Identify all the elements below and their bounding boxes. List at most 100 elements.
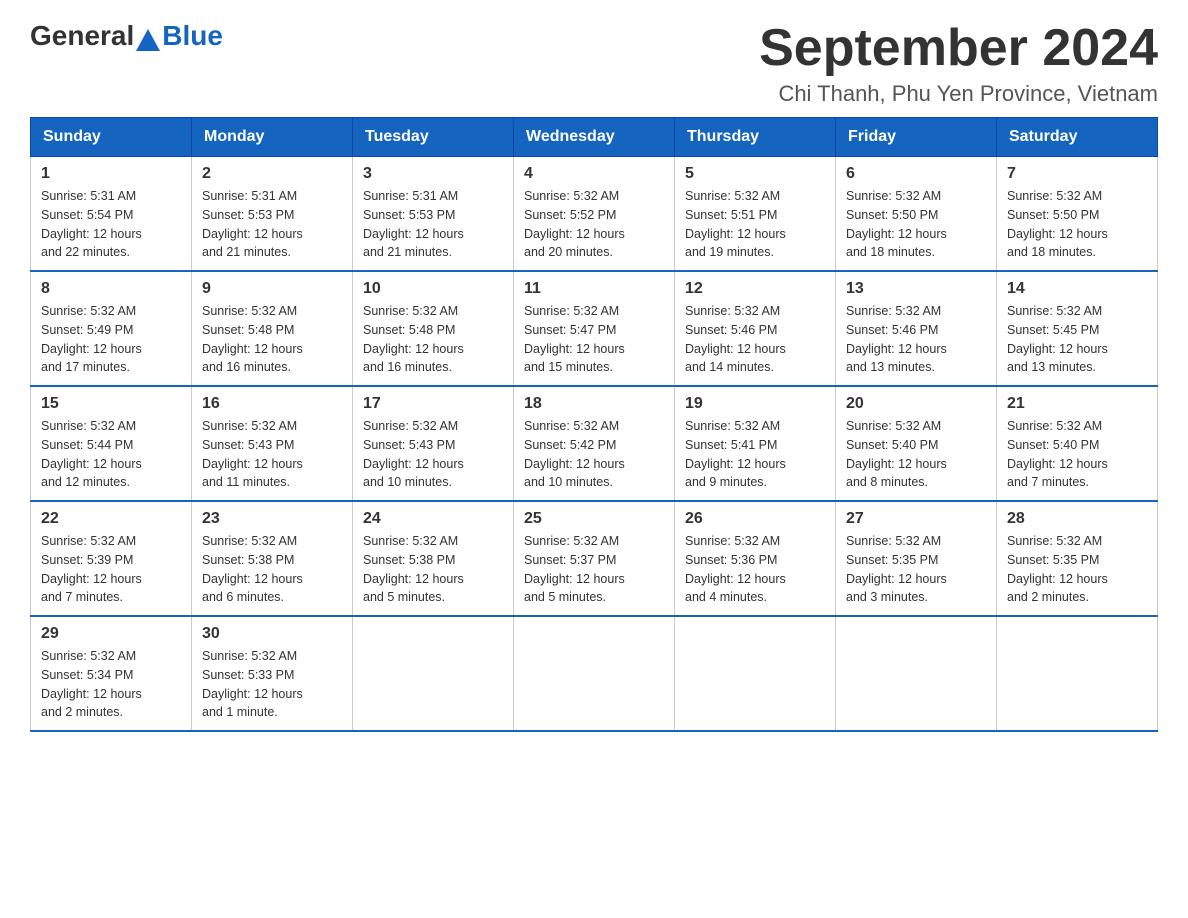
day-number: 12 [685,280,825,298]
day-number: 5 [685,165,825,183]
day-info: Sunrise: 5:31 AMSunset: 5:53 PMDaylight:… [202,187,342,262]
calendar-cell: 19 Sunrise: 5:32 AMSunset: 5:41 PMDayligh… [675,386,836,501]
day-info: Sunrise: 5:32 AMSunset: 5:43 PMDaylight:… [363,417,503,492]
calendar-cell: 22Sunrise: 5:32 AMSunset: 5:39 PMDayligh… [31,501,192,616]
day-info: Sunrise: 5:32 AMSunset: 5:44 PMDaylight:… [41,417,181,492]
calendar-cell [353,616,514,731]
logo-blue-text: Blue [162,20,223,52]
calendar-cell: 30 Sunrise: 5:32 AMSunset: 5:33 PMDayligh… [192,616,353,731]
day-info: Sunrise: 5:32 AMSunset: 5:50 PMDaylight:… [846,187,986,262]
calendar-cell: 12 Sunrise: 5:32 AMSunset: 5:46 PMDayligh… [675,271,836,386]
day-info: Sunrise: 5:32 AMSunset: 5:49 PMDaylight:… [41,302,181,377]
calendar-cell: 13 Sunrise: 5:32 AMSunset: 5:46 PMDayligh… [836,271,997,386]
day-info: Sunrise: 5:32 AMSunset: 5:41 PMDaylight:… [685,417,825,492]
logo: General Blue [30,20,223,52]
calendar-cell: 18 Sunrise: 5:32 AMSunset: 5:42 PMDayligh… [514,386,675,501]
page-header: General Blue September 2024 Chi Thanh, P… [30,20,1158,107]
day-info: Sunrise: 5:32 AMSunset: 5:46 PMDaylight:… [846,302,986,377]
weekday-header-thursday: Thursday [675,118,836,157]
calendar-cell: 29 Sunrise: 5:32 AMSunset: 5:34 PMDayligh… [31,616,192,731]
day-number: 11 [524,280,664,298]
logo-triangle-icon [136,29,160,51]
calendar-cell: 25Sunrise: 5:32 AMSunset: 5:37 PMDayligh… [514,501,675,616]
weekday-header-tuesday: Tuesday [353,118,514,157]
calendar-cell: 26Sunrise: 5:32 AMSunset: 5:36 PMDayligh… [675,501,836,616]
day-number: 16 [202,395,342,413]
calendar-cell [997,616,1158,731]
calendar-cell [675,616,836,731]
calendar-week-row: 22Sunrise: 5:32 AMSunset: 5:39 PMDayligh… [31,501,1158,616]
calendar-table: SundayMondayTuesdayWednesdayThursdayFrid… [30,117,1158,732]
day-number: 6 [846,165,986,183]
day-number: 28 [1007,510,1147,528]
day-number: 27 [846,510,986,528]
day-number: 7 [1007,165,1147,183]
calendar-cell: 23 Sunrise: 5:32 AMSunset: 5:38 PMDayligh… [192,501,353,616]
calendar-cell: 20 Sunrise: 5:32 AMSunset: 5:40 PMDayligh… [836,386,997,501]
calendar-cell: 27 Sunrise: 5:32 AMSunset: 5:35 PMDayligh… [836,501,997,616]
calendar-cell: 15Sunrise: 5:32 AMSunset: 5:44 PMDayligh… [31,386,192,501]
weekday-header-sunday: Sunday [31,118,192,157]
day-info: Sunrise: 5:32 AMSunset: 5:40 PMDaylight:… [846,417,986,492]
day-number: 17 [363,395,503,413]
calendar-cell: 24Sunrise: 5:32 AMSunset: 5:38 PMDayligh… [353,501,514,616]
day-number: 10 [363,280,503,298]
calendar-week-row: 29 Sunrise: 5:32 AMSunset: 5:34 PMDayligh… [31,616,1158,731]
calendar-title: September 2024 [759,20,1158,77]
calendar-cell [836,616,997,731]
day-number: 14 [1007,280,1147,298]
day-number: 30 [202,625,342,643]
day-info: Sunrise: 5:32 AMSunset: 5:43 PMDaylight:… [202,417,342,492]
day-number: 21 [1007,395,1147,413]
calendar-cell: 11 Sunrise: 5:32 AMSunset: 5:47 PMDayligh… [514,271,675,386]
day-info: Sunrise: 5:32 AMSunset: 5:46 PMDaylight:… [685,302,825,377]
calendar-cell: 5 Sunrise: 5:32 AMSunset: 5:51 PMDaylight… [675,157,836,272]
calendar-cell: 16 Sunrise: 5:32 AMSunset: 5:43 PMDayligh… [192,386,353,501]
title-section: September 2024 Chi Thanh, Phu Yen Provin… [759,20,1158,107]
day-number: 19 [685,395,825,413]
day-number: 29 [41,625,181,643]
calendar-cell [514,616,675,731]
day-number: 4 [524,165,664,183]
day-number: 18 [524,395,664,413]
day-number: 20 [846,395,986,413]
day-info: Sunrise: 5:32 AMSunset: 5:35 PMDaylight:… [846,532,986,607]
calendar-week-row: 15Sunrise: 5:32 AMSunset: 5:44 PMDayligh… [31,386,1158,501]
day-info: Sunrise: 5:32 AMSunset: 5:45 PMDaylight:… [1007,302,1147,377]
weekday-header-friday: Friday [836,118,997,157]
calendar-cell: 9Sunrise: 5:32 AMSunset: 5:48 PMDaylight… [192,271,353,386]
day-info: Sunrise: 5:32 AMSunset: 5:48 PMDaylight:… [363,302,503,377]
day-info: Sunrise: 5:32 AMSunset: 5:42 PMDaylight:… [524,417,664,492]
calendar-cell: 17 Sunrise: 5:32 AMSunset: 5:43 PMDayligh… [353,386,514,501]
day-info: Sunrise: 5:31 AMSunset: 5:53 PMDaylight:… [363,187,503,262]
day-number: 23 [202,510,342,528]
day-number: 8 [41,280,181,298]
day-info: Sunrise: 5:32 AMSunset: 5:34 PMDaylight:… [41,647,181,722]
calendar-cell: 8 Sunrise: 5:32 AMSunset: 5:49 PMDaylight… [31,271,192,386]
logo-general-text: General [30,20,134,52]
day-info: Sunrise: 5:32 AMSunset: 5:33 PMDaylight:… [202,647,342,722]
day-info: Sunrise: 5:32 AMSunset: 5:52 PMDaylight:… [524,187,664,262]
day-number: 25 [524,510,664,528]
day-number: 2 [202,165,342,183]
day-info: Sunrise: 5:32 AMSunset: 5:40 PMDaylight:… [1007,417,1147,492]
calendar-cell: 14 Sunrise: 5:32 AMSunset: 5:45 PMDayligh… [997,271,1158,386]
day-number: 1 [41,165,181,183]
weekday-header-monday: Monday [192,118,353,157]
day-info: Sunrise: 5:31 AMSunset: 5:54 PMDaylight:… [41,187,181,262]
calendar-week-row: 1 Sunrise: 5:31 AMSunset: 5:54 PMDaylight… [31,157,1158,272]
weekday-header-wednesday: Wednesday [514,118,675,157]
weekday-header-saturday: Saturday [997,118,1158,157]
day-info: Sunrise: 5:32 AMSunset: 5:35 PMDaylight:… [1007,532,1147,607]
day-info: Sunrise: 5:32 AMSunset: 5:47 PMDaylight:… [524,302,664,377]
calendar-cell: 21 Sunrise: 5:32 AMSunset: 5:40 PMDayligh… [997,386,1158,501]
day-number: 26 [685,510,825,528]
calendar-cell: 6 Sunrise: 5:32 AMSunset: 5:50 PMDaylight… [836,157,997,272]
day-info: Sunrise: 5:32 AMSunset: 5:51 PMDaylight:… [685,187,825,262]
calendar-cell: 2 Sunrise: 5:31 AMSunset: 5:53 PMDaylight… [192,157,353,272]
day-info: Sunrise: 5:32 AMSunset: 5:38 PMDaylight:… [202,532,342,607]
day-number: 24 [363,510,503,528]
calendar-header-row: SundayMondayTuesdayWednesdayThursdayFrid… [31,118,1158,157]
day-number: 9 [202,280,342,298]
day-number: 13 [846,280,986,298]
